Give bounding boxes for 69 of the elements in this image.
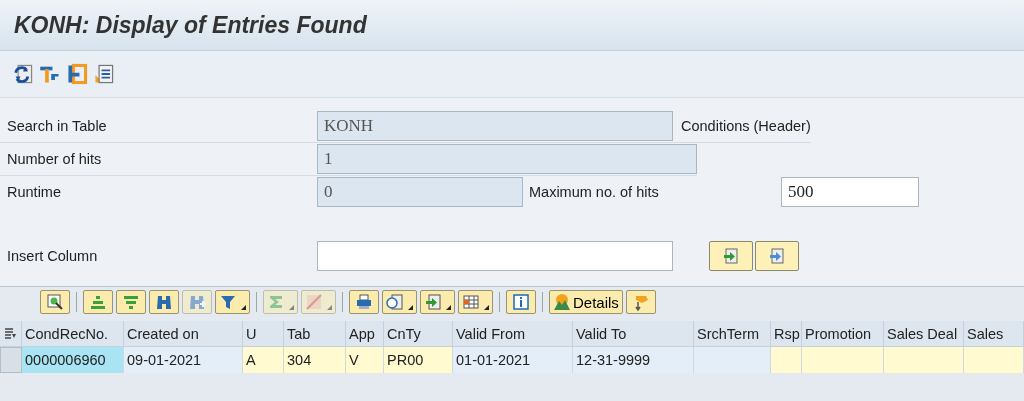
sort-down-button[interactable]	[116, 290, 146, 314]
table-cell: A	[243, 347, 284, 373]
binoculars-plus-icon	[188, 293, 206, 311]
column-header[interactable]: Valid To	[573, 321, 694, 347]
subtotal-icon	[305, 293, 323, 311]
column-header[interactable]: Tab	[284, 321, 346, 347]
table-cell: 0000006960	[22, 347, 124, 373]
sort-up-button[interactable]	[83, 290, 113, 314]
table-cell: V	[346, 347, 384, 373]
find-button[interactable]	[149, 290, 179, 314]
sigma-icon	[267, 293, 285, 311]
display-field: KONH	[317, 111, 673, 141]
refresh-icon[interactable]	[12, 63, 34, 85]
export-button[interactable]	[420, 290, 455, 314]
filter-button[interactable]	[215, 290, 250, 314]
field-description: Conditions (Header)	[681, 118, 811, 134]
column-header[interactable]: Created on	[124, 321, 243, 347]
sort-descending-icon	[122, 293, 140, 311]
info-button[interactable]	[506, 290, 536, 314]
info-icon	[512, 293, 530, 311]
field-label: Number of hits	[6, 151, 103, 167]
field-label: Maximum no. of hits	[529, 184, 660, 200]
insert-button[interactable]	[709, 241, 753, 271]
table-cell: 01-01-2021	[453, 347, 573, 373]
insert-icon	[722, 247, 740, 265]
field-label: Runtime	[6, 184, 62, 200]
column-header[interactable]: Promotion	[802, 321, 884, 347]
table-cell: 09-01-2021	[124, 347, 243, 373]
column-header[interactable]: Sales	[964, 321, 1024, 347]
zoom-button[interactable]	[40, 290, 70, 314]
binoculars-icon	[155, 293, 173, 311]
display-field: 0	[317, 177, 523, 207]
magnifier-icon	[46, 293, 64, 311]
filter-icon	[219, 293, 237, 311]
column-header[interactable]: Rsp	[771, 321, 802, 347]
list-icon[interactable]	[93, 63, 115, 85]
bracket-icon[interactable]	[66, 63, 88, 85]
document-view-icon	[386, 293, 404, 311]
print-button[interactable]	[349, 290, 379, 314]
export-icon	[424, 293, 442, 311]
table-cell	[771, 347, 802, 373]
layout-button[interactable]	[458, 290, 493, 314]
column-header[interactable]: App	[346, 321, 384, 347]
column-header[interactable]: U	[243, 321, 284, 347]
column-header[interactable]: SrchTerm	[694, 321, 771, 347]
mountain-icon	[553, 293, 571, 311]
table-cell: 304	[284, 347, 346, 373]
field-label: Search in Table	[6, 118, 108, 134]
export-button[interactable]	[755, 241, 799, 271]
table-cell: 12-31-9999	[573, 347, 694, 373]
input-field[interactable]	[317, 241, 673, 271]
view-button[interactable]	[382, 290, 417, 314]
sort-ascending-icon	[89, 293, 107, 311]
column-header[interactable]: CnTy	[384, 321, 453, 347]
export-icon	[768, 247, 786, 265]
column-header[interactable]: CondRecNo.	[22, 321, 124, 347]
column-settings-icon[interactable]	[0, 321, 22, 347]
column-header[interactable]: Sales Deal	[884, 321, 964, 347]
display-field: 1	[317, 144, 697, 174]
column-header[interactable]: Valid From	[453, 321, 573, 347]
grid-icon	[462, 293, 480, 311]
details-button[interactable]: Details	[549, 290, 623, 314]
window-title: KONH: Display of Entries Found	[14, 11, 367, 39]
input-field[interactable]: 500	[781, 177, 919, 207]
field-label: Insert Column	[6, 248, 99, 264]
table-cell	[964, 347, 1024, 373]
graphic-button[interactable]	[625, 290, 656, 314]
table-cell: PR00	[384, 347, 453, 373]
printer-icon	[355, 293, 373, 311]
